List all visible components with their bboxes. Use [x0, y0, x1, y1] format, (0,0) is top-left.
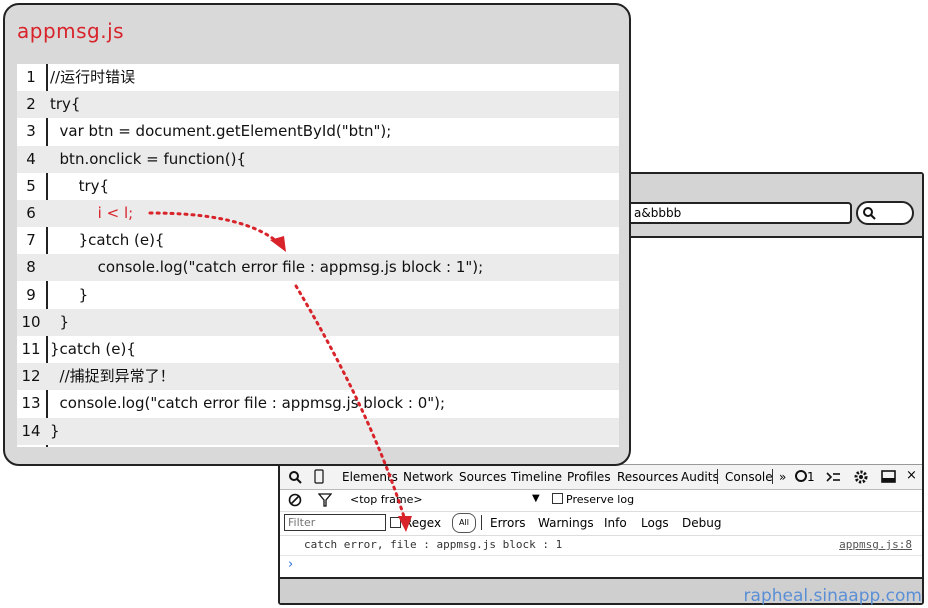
- level-errors[interactable]: Errors: [490, 516, 526, 530]
- frame-selector[interactable]: <top frame>: [350, 493, 423, 506]
- code-line: 6 i < l;: [17, 200, 619, 227]
- console-source-link[interactable]: appmsg.js:8: [839, 538, 912, 551]
- line-number: 2: [26, 95, 36, 114]
- code-text: btn.onclick = function(){: [50, 149, 247, 168]
- line-number: 8: [26, 258, 36, 277]
- line-number: 9: [26, 285, 36, 304]
- code-line: 8 console.log("catch error file : appmsg…: [17, 254, 619, 282]
- code-text: }: [50, 285, 89, 304]
- code-listing: 1 //运行时错误 2 try{ 3 var btn = document.getEle…: [17, 64, 619, 447]
- level-info[interactable]: Info: [604, 516, 627, 530]
- code-card: appmsg.js 1 //运行时错误 2 try{ 3 var btn = docum…: [3, 3, 631, 466]
- preserve-log-label: Preserve log: [566, 493, 635, 506]
- filter-funnel-icon[interactable]: [318, 493, 332, 507]
- code-line: 3 var btn = document.getElementById("btn…: [17, 118, 619, 145]
- inspect-search-icon[interactable]: [288, 470, 302, 484]
- line-number: 10: [21, 312, 41, 331]
- settings-gear-icon[interactable]: [853, 469, 869, 485]
- checkbox-box: [552, 493, 563, 504]
- code-line: 14}: [17, 417, 619, 445]
- line-number: 4: [26, 149, 36, 168]
- tab-separator: [717, 469, 718, 484]
- tab-elements[interactable]: Elements: [342, 470, 398, 484]
- search-button[interactable]: [856, 201, 914, 225]
- search-icon: [863, 207, 876, 220]
- code-line: 10 }: [17, 308, 619, 336]
- code-line: 13 console.log("catch error file : appms…: [17, 390, 619, 417]
- line-number: 6: [26, 204, 36, 222]
- code-line: 2 try{: [17, 91, 619, 119]
- code-text: }catch (e){: [50, 231, 165, 250]
- code-line: 12 //捕捉到异常了！: [17, 363, 619, 391]
- level-all-button[interactable]: All: [452, 513, 476, 533]
- code-line: 5 try{: [17, 173, 619, 200]
- error-count: 1: [807, 470, 815, 484]
- line-number: 1: [26, 68, 36, 86]
- line-number: 3: [26, 122, 36, 141]
- regex-checkbox[interactable]: Regex: [390, 516, 441, 530]
- more-tabs-chevron[interactable]: »: [779, 470, 786, 484]
- code-line: 1 //运行时错误: [17, 64, 619, 91]
- code-text: var btn = document.getElementById("btn")…: [50, 122, 392, 141]
- tab-timeline[interactable]: Timeline: [511, 470, 562, 484]
- code-text: console.log("catch error file : appmsg.j…: [50, 394, 446, 413]
- frame-dropdown-icon[interactable]: ▼: [532, 493, 540, 504]
- tab-sources[interactable]: Sources: [459, 470, 506, 484]
- code-text: }catch (e){: [50, 340, 136, 358]
- tab-separator: [772, 469, 773, 484]
- console-toolbar: <top frame> ▼ Preserve log: [280, 489, 922, 512]
- watermark: rapheal.sinaapp.com: [743, 586, 922, 606]
- code-text: }: [50, 421, 60, 440]
- level-logs[interactable]: Logs: [641, 516, 669, 530]
- line-number: 5: [26, 176, 36, 195]
- line-number: 11: [21, 340, 41, 358]
- regex-label: Regex: [404, 516, 442, 530]
- checkbox-box: [390, 517, 401, 528]
- clear-console-icon[interactable]: [288, 493, 302, 507]
- devtools-tabbar: Elements Network Sources Timeline Profil…: [280, 465, 922, 490]
- devtools-panel: Elements Network Sources Timeline Profil…: [280, 464, 922, 582]
- code-text: try{: [50, 176, 110, 195]
- address-bar[interactable]: a&bbbb: [610, 202, 852, 224]
- close-devtools-icon[interactable]: ×: [906, 468, 917, 483]
- code-line: 4 btn.onclick = function(){: [17, 145, 619, 173]
- preserve-log-checkbox[interactable]: Preserve log: [552, 493, 634, 506]
- tab-network[interactable]: Network: [403, 470, 453, 484]
- level-warnings[interactable]: Warnings: [538, 516, 594, 530]
- line-number: 13: [21, 394, 41, 413]
- code-line: 9 }: [17, 282, 619, 309]
- url-text: a&bbbb: [634, 206, 682, 220]
- console-message-row: catch error, file : appmsg.js block : 1 …: [280, 535, 922, 556]
- line-number: 7: [26, 231, 36, 250]
- line-number: 14: [21, 421, 41, 440]
- code-text: //捕捉到异常了！: [50, 367, 175, 386]
- tab-console[interactable]: Console: [725, 470, 773, 484]
- code-text: }: [50, 312, 70, 331]
- file-title: appmsg.js: [17, 19, 125, 43]
- error-counter[interactable]: 1: [795, 470, 815, 484]
- code-text: try{: [50, 95, 81, 114]
- line-number: 12: [21, 367, 41, 386]
- tab-profiles[interactable]: Profiles: [567, 470, 611, 484]
- console-drawer-icon[interactable]: [825, 470, 841, 484]
- filter-input[interactable]: [284, 514, 386, 531]
- tab-audits[interactable]: Audits: [681, 470, 719, 484]
- console-message-text: catch error, file : appmsg.js block : 1: [304, 538, 563, 551]
- code-line: 7 }catch (e){: [17, 227, 619, 254]
- filter-separator: [481, 515, 482, 530]
- device-mode-icon[interactable]: [314, 469, 324, 484]
- console-prompt[interactable]: ›: [288, 557, 293, 572]
- error-dot-icon: [795, 470, 807, 482]
- tab-resources[interactable]: Resources: [617, 470, 678, 484]
- console-filter-bar: Regex All Errors Warnings Info Logs Debu…: [280, 511, 922, 536]
- code-line: 11 }catch (e){: [17, 336, 619, 363]
- dock-side-icon[interactable]: [881, 470, 897, 484]
- level-debug[interactable]: Debug: [682, 516, 721, 530]
- code-text: //运行时错误: [50, 68, 136, 86]
- code-text: i < l;: [50, 204, 134, 222]
- code-text: console.log("catch error file : appmsg.j…: [50, 258, 484, 277]
